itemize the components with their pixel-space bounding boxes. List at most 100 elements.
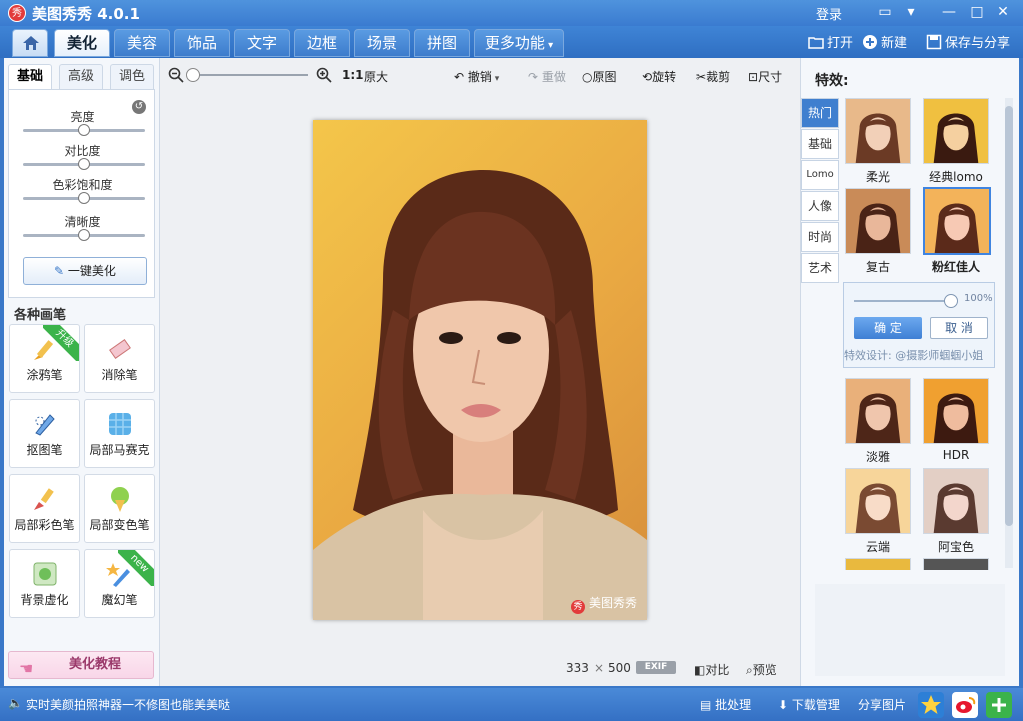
category-fashion[interactable]: 时尚: [801, 222, 839, 252]
main-area: 基础 高级 调色 ↺ 亮度 对比度 色彩饱和度 清晰度 ✎ 一键美化 各种画笔 …: [4, 58, 1019, 686]
saturation-slider[interactable]: [23, 192, 145, 204]
one-key-beautify-button[interactable]: ✎ 一键美化: [23, 257, 147, 285]
chevron-down-icon: ▾: [544, 40, 554, 51]
brush-color-local[interactable]: 局部彩色笔: [9, 474, 80, 543]
brush-magic[interactable]: new 魔幻笔: [84, 549, 155, 618]
tab-accessories[interactable]: 饰品: [174, 29, 230, 57]
paint-bucket-icon: [111, 487, 129, 512]
effect-strength-knob[interactable]: [944, 294, 958, 308]
ratio-button[interactable]: 1:1: [342, 68, 364, 82]
saturation-knob[interactable]: [78, 192, 90, 204]
brightness-slider[interactable]: [23, 124, 145, 136]
category-lomo[interactable]: Lomo: [801, 160, 839, 190]
download-manager-button[interactable]: ⬇ 下载管理: [778, 696, 840, 713]
subtab-advanced[interactable]: 高级: [59, 64, 103, 90]
download-icon: ⬇: [778, 698, 792, 712]
contrast-slider[interactable]: [23, 158, 145, 170]
sharpness-knob[interactable]: [78, 229, 90, 241]
scissors-icon: ✂: [696, 70, 707, 84]
original-image-button[interactable]: ○原图: [582, 68, 617, 85]
category-portrait[interactable]: 人像: [801, 191, 839, 221]
tab-makeup[interactable]: 美容: [114, 29, 170, 57]
home-button[interactable]: [12, 29, 48, 57]
undo-dropdown-icon[interactable]: ▾: [492, 74, 500, 84]
tab-frame[interactable]: 边框: [294, 29, 350, 57]
resize-button[interactable]: ⊡尺寸: [748, 68, 782, 85]
undo-button[interactable]: ↶ 撤销 ▾: [454, 68, 499, 85]
effect-classic-lomo[interactable]: [923, 98, 989, 164]
effect-retro[interactable]: [845, 188, 911, 254]
preview-button[interactable]: ⌕预览: [746, 661, 777, 678]
effect-baby-color[interactable]: [923, 468, 989, 534]
effect-elegant[interactable]: [845, 378, 911, 444]
brush-bg-blur[interactable]: 背景虚化: [9, 549, 80, 618]
subtab-color[interactable]: 调色: [110, 64, 154, 90]
effect-strength-slider[interactable]: [854, 300, 954, 302]
effect-hdr[interactable]: [923, 378, 989, 444]
brush-cutout[interactable]: 抠图笔: [9, 399, 80, 468]
effect-partial-2[interactable]: [923, 558, 989, 570]
share-image-label[interactable]: 分享图片: [858, 696, 906, 713]
tab-more-features[interactable]: 更多功能 ▾: [474, 29, 564, 57]
photo-canvas[interactable]: 秀美图秀秀: [313, 120, 647, 620]
tutorial-button[interactable]: ☚ 美化教程: [8, 651, 154, 679]
effects-scroll-thumb[interactable]: [1005, 106, 1013, 526]
new-button[interactable]: 新建: [862, 32, 907, 51]
effects-scrollbar[interactable]: [1005, 98, 1013, 568]
crop-button[interactable]: ✂裁剪: [696, 68, 730, 85]
brush-mosaic-label: 局部马赛克: [89, 443, 150, 457]
close-icon[interactable]: ✕: [994, 3, 1012, 21]
app-title: 美图秀秀 4.0.1: [32, 5, 140, 23]
effect-baby-color-label: 阿宝色: [937, 540, 974, 554]
effect-design-credit[interactable]: 特效设计: @摄影师蝈蝈小姐: [844, 347, 996, 363]
contrast-knob[interactable]: [78, 158, 90, 170]
save-share-button[interactable]: 保存与分享: [926, 32, 1010, 51]
open-button[interactable]: 打开: [808, 32, 853, 51]
favorite-star-button[interactable]: [918, 692, 944, 718]
confirm-button[interactable]: 确 定: [854, 317, 922, 339]
original-size-button[interactable]: 原大: [364, 68, 388, 85]
minimize-icon[interactable]: —: [940, 3, 958, 21]
zoom-slider[interactable]: [194, 74, 308, 76]
tab-beautify[interactable]: 美化: [54, 29, 110, 57]
preview-icon: ⌕: [746, 663, 753, 677]
category-art[interactable]: 艺术: [801, 253, 839, 283]
effect-soft-light[interactable]: [845, 98, 911, 164]
zoom-in-icon[interactable]: [316, 67, 332, 83]
login-link[interactable]: 登录: [816, 4, 842, 23]
one-key-label: 一键美化: [67, 264, 116, 278]
cancel-button[interactable]: 取 消: [930, 317, 988, 339]
maximize-icon[interactable]: □: [968, 3, 986, 21]
circle-icon: ○: [582, 70, 593, 84]
category-hot[interactable]: 热门: [801, 98, 839, 128]
brush-mosaic[interactable]: 局部马赛克: [84, 399, 155, 468]
brush-eraser[interactable]: 消除笔: [84, 324, 155, 393]
tab-text[interactable]: 文字: [234, 29, 290, 57]
message-icon[interactable]: ▭: [876, 3, 894, 21]
effect-partial-1[interactable]: [845, 558, 911, 570]
effect-cloud[interactable]: [845, 468, 911, 534]
exif-button[interactable]: EXIF: [636, 661, 676, 674]
status-message[interactable]: 实时美颜拍照神器一不修图也能美美哒: [26, 696, 230, 713]
compare-button[interactable]: ◧对比: [694, 661, 729, 678]
skin-icon[interactable]: ▾: [902, 3, 920, 21]
effect-pink-lady-thumb: [925, 189, 989, 253]
category-basic[interactable]: 基础: [801, 129, 839, 159]
tab-collage[interactable]: 拼图: [414, 29, 470, 57]
weibo-button[interactable]: [952, 692, 978, 718]
rotate-button[interactable]: ⟲旋转: [642, 68, 676, 85]
batch-button[interactable]: ▤ 批处理: [700, 696, 751, 713]
plus-icon: [992, 698, 1006, 712]
tab-scene[interactable]: 场景: [354, 29, 410, 57]
zoom-knob[interactable]: [186, 68, 200, 82]
zoom-out-icon[interactable]: [168, 67, 184, 83]
brush-graffiti[interactable]: 升级 涂鸦笔: [9, 324, 80, 393]
preview-label: 预览: [752, 663, 777, 677]
effect-pink-lady[interactable]: [923, 187, 991, 255]
redo-button[interactable]: ↷ 重做: [528, 68, 566, 85]
brightness-knob[interactable]: [78, 124, 90, 136]
subtab-basic[interactable]: 基础: [8, 64, 52, 90]
add-plus-button[interactable]: [986, 692, 1012, 718]
sharpness-slider[interactable]: [23, 229, 145, 241]
brush-recolor[interactable]: 局部变色笔: [84, 474, 155, 543]
